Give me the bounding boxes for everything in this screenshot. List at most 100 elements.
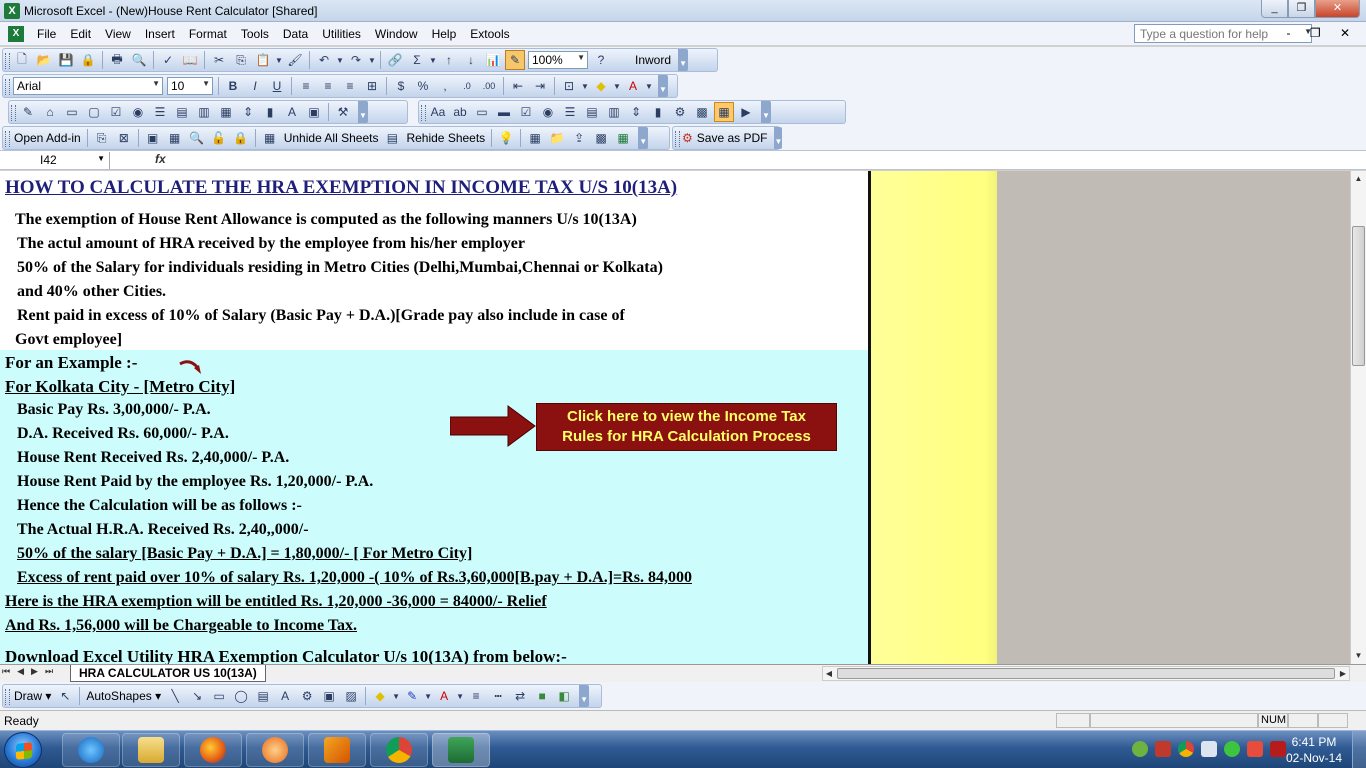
frame-icon[interactable]: ▭ xyxy=(472,102,492,122)
textbox-icon[interactable]: ab xyxy=(450,102,470,122)
lightbulb-icon[interactable]: 💡 xyxy=(496,128,516,148)
taskbar-clock[interactable]: 6:41 PM 02-Nov-14 xyxy=(1286,734,1342,766)
scroll-left-icon[interactable]: ◀ xyxy=(823,667,835,680)
hyperlink-icon[interactable]: 🔗 xyxy=(385,50,405,70)
menu-utilities[interactable]: Utilities xyxy=(315,23,368,45)
sort-ascending-icon[interactable]: ↑ xyxy=(439,50,459,70)
unhide-all-sheets-button[interactable]: Unhide All Sheets xyxy=(281,128,382,148)
chevron-down-icon[interactable]: ▼ xyxy=(275,50,283,70)
paste-icon[interactable]: 📋 xyxy=(253,50,273,70)
decrease-indent-icon[interactable]: ⇤ xyxy=(508,76,528,96)
zoom-select[interactable]: 100% ▼ xyxy=(528,51,588,69)
spin-button-icon[interactable]: ⇕ xyxy=(626,102,646,122)
increase-decimal-icon[interactable]: .0 xyxy=(457,76,477,96)
drawing-toggle-icon[interactable]: ✎ xyxy=(505,50,525,70)
spelling-icon[interactable]: ✓ xyxy=(158,50,178,70)
combobox-icon[interactable]: ▤ xyxy=(172,102,192,122)
tools-icon[interactable] xyxy=(1155,741,1171,757)
underline-icon[interactable]: U xyxy=(267,76,287,96)
merge-center-icon[interactable]: ⊞ xyxy=(362,76,382,96)
code-icon[interactable]: ▩ xyxy=(692,102,712,122)
new-icon[interactable]: 🗋 xyxy=(12,50,32,70)
unlock-icon[interactable]: 🔓 xyxy=(209,128,229,148)
taskbar-excel[interactable] xyxy=(432,733,490,767)
calculator-icon[interactable]: ▩ xyxy=(591,128,611,148)
combo-list-icon[interactable]: ▥ xyxy=(194,102,214,122)
properties-icon[interactable]: ⚙ xyxy=(670,102,690,122)
list-box-icon[interactable]: ☰ xyxy=(560,102,580,122)
diagram-icon[interactable]: ⚙ xyxy=(297,686,317,706)
chevron-down-icon[interactable]: ▼ xyxy=(429,50,437,70)
scroll-thumb[interactable] xyxy=(1352,226,1365,366)
italic-icon[interactable]: I xyxy=(245,76,265,96)
chevron-down-icon[interactable]: ▼ xyxy=(368,50,376,70)
lock-icon[interactable]: 🔒 xyxy=(231,128,251,148)
menu-file[interactable]: File xyxy=(30,23,63,45)
radio-icon[interactable]: ◉ xyxy=(128,102,148,122)
run-icon[interactable]: ▶ xyxy=(736,102,756,122)
worksheet-area[interactable]: HOW TO CALCULATE THE HRA EXEMPTION IN IN… xyxy=(0,171,1350,664)
align-right-icon[interactable]: ≡ xyxy=(340,76,360,96)
scroll-down-icon[interactable]: ▼ xyxy=(1351,648,1366,664)
groupbox-icon[interactable]: ▭ xyxy=(62,102,82,122)
chart-wizard-icon[interactable]: 📊 xyxy=(483,50,503,70)
chevron-down-icon[interactable]: ▼ xyxy=(456,686,464,706)
taskbar-explorer[interactable] xyxy=(122,733,180,767)
workbook-window-controls[interactable]: - ❐ ✕ xyxy=(1287,26,1358,40)
comma-icon[interactable]: , xyxy=(435,76,455,96)
find-icon[interactable]: 🔍 xyxy=(187,128,207,148)
minimize-button[interactable]: _ xyxy=(1261,0,1288,18)
rehide-sheets-button[interactable]: Rehide Sheets xyxy=(403,128,488,148)
copy-sheet-icon[interactable]: ⎘ xyxy=(92,128,112,148)
copy-icon[interactable]: ⎘ xyxy=(231,50,251,70)
research-icon[interactable]: 📖 xyxy=(180,50,200,70)
format-painter-icon[interactable]: 🖌 xyxy=(285,50,305,70)
vertical-scrollbar[interactable]: ▲ ▼ xyxy=(1350,171,1366,664)
align-center-icon[interactable]: ≡ xyxy=(318,76,338,96)
combo-box-icon[interactable]: ▤ xyxy=(582,102,602,122)
currency-icon[interactable]: $ xyxy=(391,76,411,96)
arrow-style-icon[interactable]: ⇄ xyxy=(510,686,530,706)
command-button-icon[interactable]: ▬ xyxy=(494,102,514,122)
grid-icon[interactable]: ▦ xyxy=(714,102,734,122)
chevron-down-icon[interactable]: ▼ xyxy=(424,686,432,706)
3d-icon[interactable]: ◧ xyxy=(554,686,574,706)
chrome-tray-icon[interactable] xyxy=(1178,741,1194,757)
fill-color-icon[interactable]: ◆ xyxy=(591,76,611,96)
design-mode-icon[interactable]: Aa xyxy=(428,102,448,122)
wordart-icon[interactable]: A xyxy=(275,686,295,706)
option-button-icon[interactable]: ◉ xyxy=(538,102,558,122)
taskbar-chrome[interactable] xyxy=(370,733,428,767)
chevron-down-icon[interactable]: ▼ xyxy=(336,50,344,70)
chevron-down-icon[interactable]: ▼ xyxy=(581,76,589,96)
menu-view[interactable]: View xyxy=(98,23,138,45)
chevron-down-icon[interactable]: ▼ xyxy=(645,76,653,96)
taskbar-firefox[interactable] xyxy=(184,733,242,767)
menu-help[interactable]: Help xyxy=(425,23,464,45)
flag-icon[interactable] xyxy=(1247,741,1263,757)
spinner-icon[interactable]: ⇕ xyxy=(238,102,258,122)
folder-icon[interactable]: 📁 xyxy=(547,128,567,148)
close-button[interactable]: ✕ xyxy=(1315,0,1360,18)
fill-color-icon[interactable]: ◆ xyxy=(370,686,390,706)
toolbar-options-icon[interactable]: ▼ xyxy=(761,101,771,123)
help-search-input[interactable]: Type a question for help xyxy=(1134,24,1312,43)
sort-descending-icon[interactable]: ↓ xyxy=(461,50,481,70)
font-color-icon[interactable]: A xyxy=(434,686,454,706)
percent-icon[interactable]: % xyxy=(413,76,433,96)
select-objects-icon[interactable]: ↖ xyxy=(55,686,75,706)
button-icon[interactable]: ▢ xyxy=(84,102,104,122)
bold-icon[interactable]: B xyxy=(223,76,243,96)
dash-style-icon[interactable]: ┅ xyxy=(488,686,508,706)
scroll-thumb[interactable] xyxy=(837,668,1335,679)
menu-format[interactable]: Format xyxy=(182,23,234,45)
oval-icon[interactable]: ◯ xyxy=(231,686,251,706)
volume-icon[interactable] xyxy=(1201,741,1217,757)
scrollbar-icon[interactable]: ▮ xyxy=(260,102,280,122)
grid-select-icon[interactable]: ▦ xyxy=(525,128,545,148)
line-icon[interactable]: ╲ xyxy=(165,686,185,706)
menu-data[interactable]: Data xyxy=(276,23,315,45)
textbox-icon[interactable]: ▤ xyxy=(253,686,273,706)
show-desktop-button[interactable] xyxy=(1352,731,1366,768)
properties-icon[interactable]: ⚒ xyxy=(333,102,353,122)
